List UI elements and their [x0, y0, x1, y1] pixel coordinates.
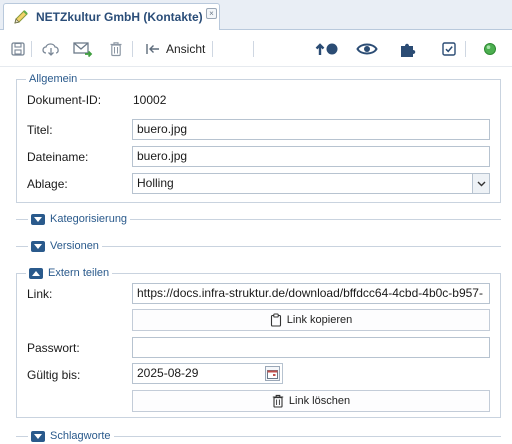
tab-title: NETZkultur GmbH (Kontakte)	[36, 10, 203, 24]
title-input[interactable]: buero.jpg	[132, 119, 490, 140]
trash-icon[interactable]	[107, 39, 125, 59]
link-input[interactable]: https://docs.infra-struktur.de/download/…	[132, 283, 490, 304]
keywords-legend[interactable]: Schlagworte	[28, 429, 114, 443]
valid-until-date-input[interactable]: 2025-08-29	[132, 363, 283, 384]
pencil-icon	[12, 8, 30, 26]
storage-label: Ablage:	[27, 177, 68, 191]
download-icon[interactable]	[40, 39, 62, 59]
password-input[interactable]	[132, 337, 490, 358]
checkbox-icon[interactable]	[440, 39, 458, 59]
close-icon[interactable]: ×	[206, 8, 217, 19]
delete-link-button[interactable]: Link löschen	[132, 390, 490, 412]
view-button[interactable]: Ansicht	[145, 39, 207, 59]
delete-link-label: Link löschen	[288, 395, 351, 407]
doc-id-value: 10002	[133, 93, 167, 107]
categorization-section[interactable]: Kategorisierung	[16, 212, 501, 226]
save-icon[interactable]	[9, 39, 27, 59]
calendar-icon[interactable]	[265, 366, 280, 381]
mail-forward-icon[interactable]	[71, 39, 95, 59]
copy-link-label: Link kopieren	[286, 314, 353, 326]
view-label: Ansicht	[166, 42, 206, 56]
copy-link-button[interactable]: Link kopieren	[132, 309, 490, 331]
expand-icon[interactable]	[31, 240, 45, 252]
categorization-legend[interactable]: Kategorisierung	[28, 212, 131, 226]
chevron-down-icon[interactable]	[472, 174, 489, 193]
link-label: Link:	[27, 287, 53, 301]
toolbar-separator	[465, 41, 466, 57]
versions-legend[interactable]: Versionen	[28, 239, 102, 253]
general-legend: Allgemein	[26, 72, 81, 86]
expand-icon[interactable]	[31, 213, 45, 225]
eye-icon[interactable]	[355, 39, 379, 59]
back-view-icon	[145, 42, 161, 56]
title-label: Titel:	[27, 123, 53, 137]
keywords-section[interactable]: Schlagworte	[16, 429, 501, 443]
toolbar-separator	[132, 41, 133, 57]
share-legend[interactable]: Extern teilen	[26, 266, 113, 280]
puzzle-icon[interactable]	[397, 39, 419, 59]
doc-id-label: Dokument-ID:	[27, 93, 102, 107]
valid-until-label: Gültig bis:	[27, 368, 81, 382]
password-label: Passwort:	[27, 341, 80, 355]
filename-label: Dateiname:	[27, 150, 89, 164]
trash-icon	[272, 394, 284, 408]
toolbar: Ansicht	[0, 31, 512, 67]
valid-until-value: 2025-08-29	[137, 366, 199, 380]
expand-icon[interactable]	[31, 430, 45, 442]
toolbar-separator	[253, 41, 254, 57]
storage-select-value: Holling	[137, 176, 174, 190]
versions-section[interactable]: Versionen	[16, 239, 501, 253]
priority-icon[interactable]	[312, 39, 340, 59]
clipboard-icon	[270, 313, 281, 327]
toolbar-separator	[31, 41, 32, 57]
toolbar-separator	[212, 41, 213, 57]
filename-input[interactable]: buero.jpg	[132, 146, 490, 167]
storage-select[interactable]: Holling	[132, 173, 490, 194]
tab-strip: NETZkultur GmbH (Kontakte) ×	[0, 0, 512, 30]
collapse-icon[interactable]	[29, 267, 43, 279]
tab-contact-document[interactable]: NETZkultur GmbH (Kontakte) ×	[3, 3, 220, 30]
status-dot-icon	[481, 39, 499, 59]
